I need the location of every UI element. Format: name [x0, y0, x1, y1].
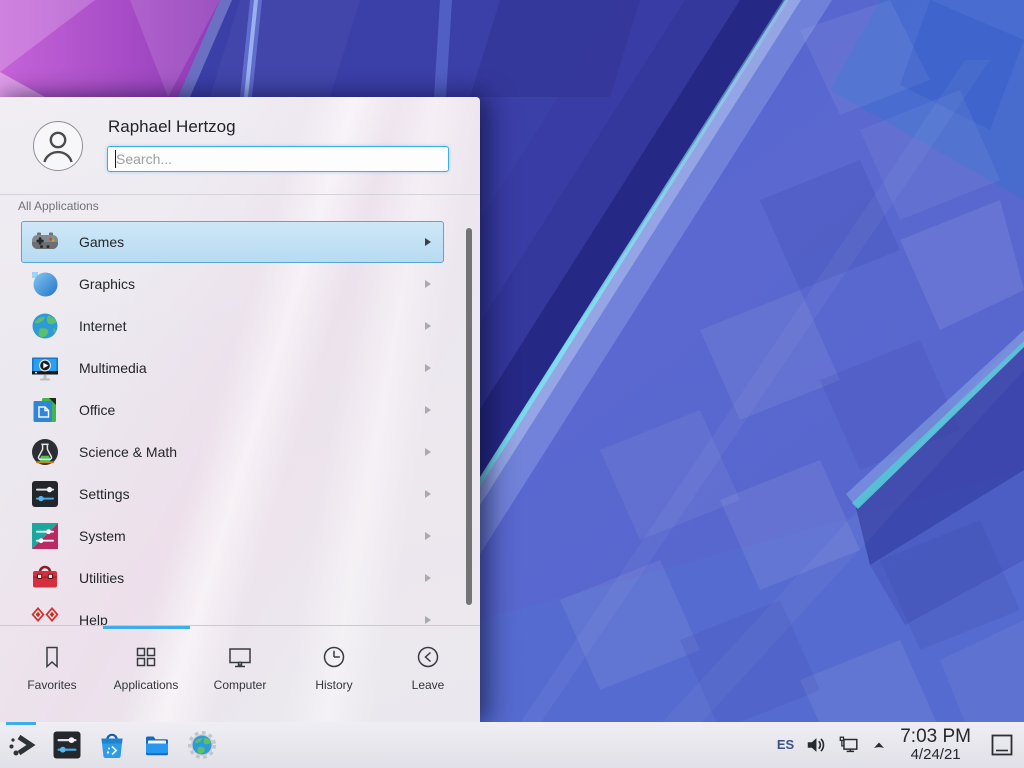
chevron-right-icon — [425, 532, 431, 540]
app-category-utilities[interactable]: Utilities — [21, 557, 444, 599]
tab-label: Leave — [412, 678, 445, 692]
app-category-label: Help — [79, 612, 108, 625]
app-category-internet[interactable]: Internet — [21, 305, 444, 347]
globe-icon — [29, 310, 61, 342]
app-category-graphics[interactable]: Graphics — [21, 263, 444, 305]
chevron-right-icon — [425, 322, 431, 330]
taskbar-panel: ES 7:03 PM 4/24/21 — [0, 722, 1024, 768]
app-category-settings[interactable]: Settings — [21, 473, 444, 515]
app-category-label: Utilities — [79, 570, 124, 586]
app-category-list: Games Graphics Internet Multimedia Office Sci… — [0, 217, 480, 625]
chevron-right-icon — [425, 616, 431, 624]
chevron-right-icon — [425, 448, 431, 456]
toolbox-icon — [29, 562, 61, 594]
chevron-right-icon — [425, 574, 431, 582]
tab-label: Applications — [114, 678, 179, 692]
text-caret — [115, 150, 116, 168]
app-category-science-math[interactable]: Science & Math — [21, 431, 444, 473]
tab-favorites[interactable]: Favorites — [5, 626, 99, 722]
expand-tray-icon[interactable] — [871, 737, 887, 753]
launcher-header: Raphael Hertzog — [0, 97, 480, 195]
chevron-right-icon — [425, 490, 431, 498]
keyboard-layout-indicator[interactable]: ES — [777, 737, 794, 752]
user-name: Raphael Hertzog — [108, 117, 236, 137]
system-tray: ES 7:03 PM 4/24/21 — [777, 727, 1024, 764]
app-category-label: Multimedia — [79, 360, 147, 376]
computer-icon — [226, 643, 254, 671]
active-task-indicator — [6, 722, 36, 725]
chevron-right-icon — [425, 406, 431, 414]
taskbar-left — [0, 729, 218, 761]
app-category-help[interactable]: Help — [21, 599, 444, 625]
tab-label: History — [315, 678, 352, 692]
grid-icon — [132, 643, 160, 671]
app-category-label: Settings — [79, 486, 130, 502]
application-launcher-popup: Raphael Hertzog All Applications Games Gr… — [0, 97, 480, 722]
app-category-label: Internet — [79, 318, 126, 334]
help-icon — [29, 604, 61, 625]
app-category-label: Science & Math — [79, 444, 177, 460]
tab-computer[interactable]: Computer — [193, 626, 287, 722]
flask-icon — [29, 436, 61, 468]
launcher-tabbar: Favorites Applications Computer History Leav… — [0, 625, 480, 722]
chevron-right-icon — [425, 238, 431, 246]
tab-history[interactable]: History — [287, 626, 381, 722]
clock-time: 7:03 PM — [900, 727, 971, 748]
app-category-label: Office — [79, 402, 115, 418]
section-label: All Applications — [18, 199, 99, 213]
media-player-icon — [29, 352, 61, 384]
tab-label: Computer — [214, 678, 267, 692]
app-category-label: Games — [79, 234, 124, 250]
tab-label: Favorites — [27, 678, 76, 692]
app-category-label: System — [79, 528, 126, 544]
app-category-label: Graphics — [79, 276, 135, 292]
tab-applications[interactable]: Applications — [99, 626, 193, 722]
network-icon[interactable] — [838, 734, 860, 756]
sphere-icon — [29, 268, 61, 300]
kde-launcher-button[interactable] — [6, 729, 38, 761]
app-category-system[interactable]: System — [21, 515, 444, 557]
system-settings-icon[interactable] — [51, 729, 83, 761]
bookmark-icon — [38, 643, 66, 671]
chevron-right-icon — [425, 364, 431, 372]
search-field-wrap — [107, 146, 449, 172]
clock-icon — [320, 643, 348, 671]
documents-icon — [29, 394, 61, 426]
app-category-multimedia[interactable]: Multimedia — [21, 347, 444, 389]
discover-icon[interactable] — [96, 729, 128, 761]
system-sliders-icon — [29, 520, 61, 552]
scrollbar-thumb[interactable] — [466, 228, 472, 605]
clock-date: 4/24/21 — [900, 747, 971, 763]
leave-icon — [414, 643, 442, 671]
gamepad-icon — [29, 226, 61, 258]
app-category-games[interactable]: Games — [21, 221, 444, 263]
user-avatar — [33, 121, 83, 171]
tab-leave[interactable]: Leave — [381, 626, 475, 722]
browser-globe-icon[interactable] — [186, 729, 218, 761]
chevron-right-icon — [425, 280, 431, 288]
search-input[interactable] — [107, 146, 449, 172]
dolphin-icon[interactable] — [141, 729, 173, 761]
sliders-icon — [29, 478, 61, 510]
app-category-office[interactable]: Office — [21, 389, 444, 431]
volume-icon[interactable] — [805, 734, 827, 756]
digital-clock[interactable]: 7:03 PM 4/24/21 — [900, 727, 971, 764]
show-desktop-button[interactable] — [988, 731, 1016, 759]
